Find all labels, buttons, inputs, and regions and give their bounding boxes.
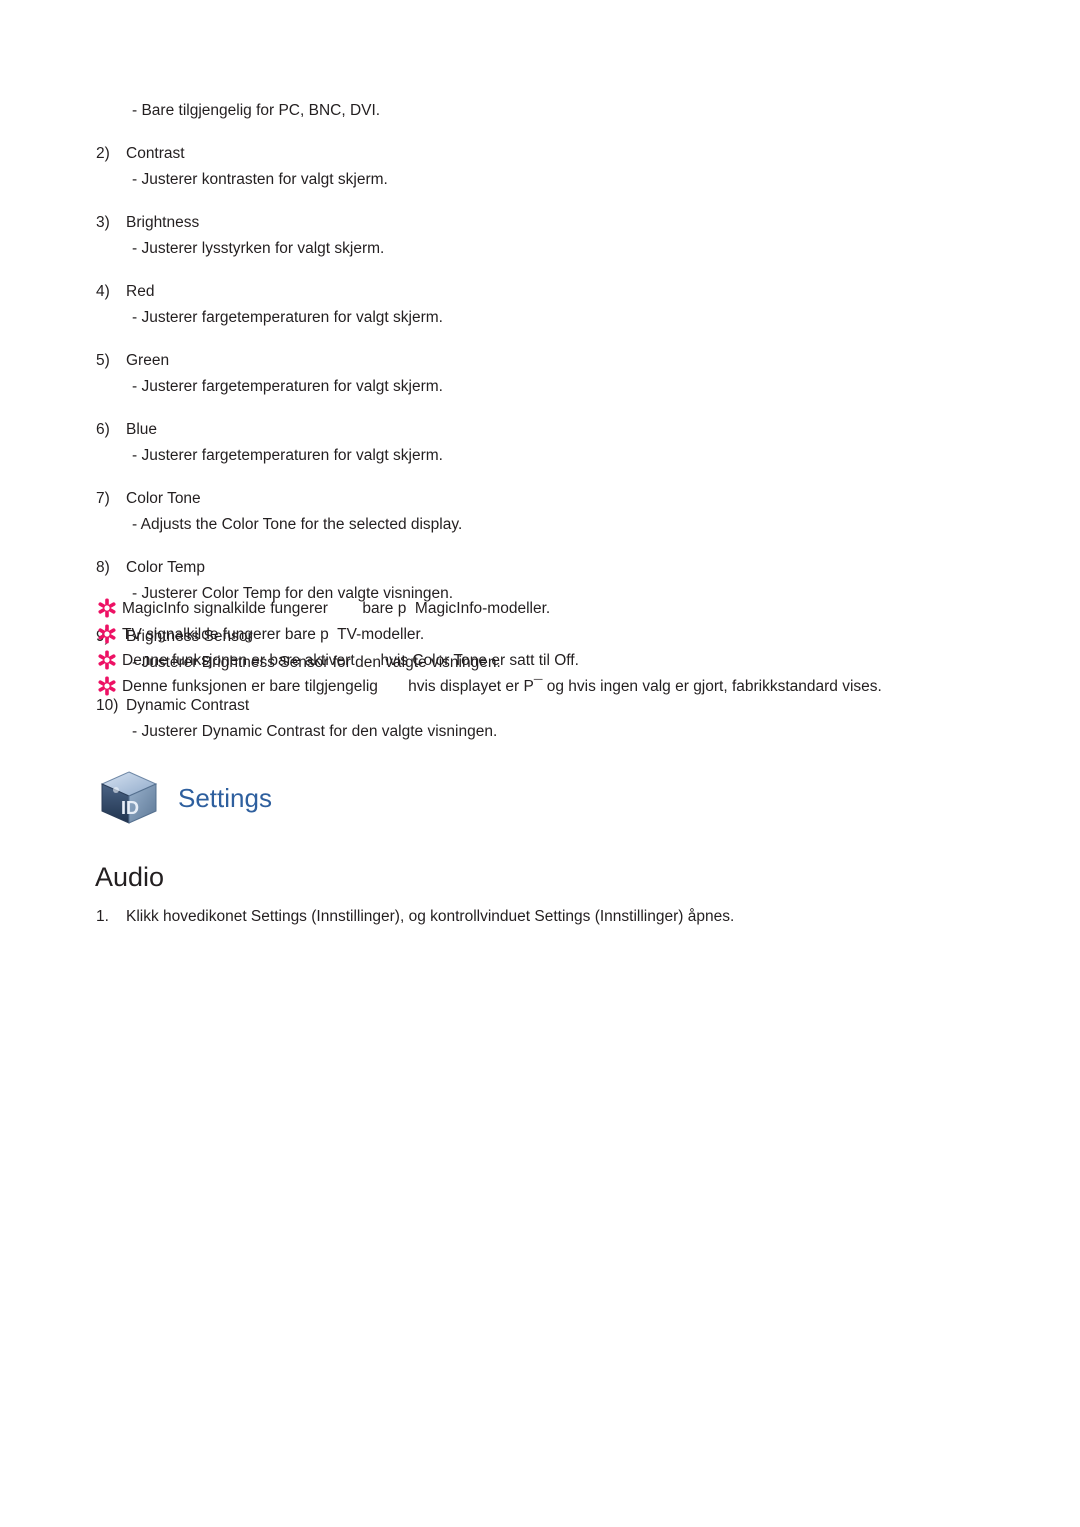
list-item-desc: - Adjusts the Color Tone for the selecte… [132, 516, 463, 533]
settings-cube-icon: ID [98, 770, 160, 826]
audio-step: 1. Klikk hovedikonet Settings (Innstilli… [96, 905, 996, 929]
list-item-index: 5) [96, 352, 110, 369]
list-item-label: Blue [126, 421, 158, 438]
settings-title: Settings [178, 782, 272, 813]
list-item-label: Red [126, 283, 155, 300]
star-icon [96, 597, 122, 619]
list-item-index: 8) [96, 559, 110, 576]
note-list: MagicInfo signalkilde fungerer bare p Ma… [96, 596, 996, 700]
list-item: 8) Color Temp [96, 555, 976, 581]
list-item-desc: - Justerer Dynamic Contrast for den valg… [132, 723, 498, 740]
list-item: 5) Green [96, 348, 976, 374]
list-item-index: 3) [96, 214, 110, 231]
list-item-desc: - Justerer lysstyrken for valgt skjerm. [132, 240, 385, 257]
list-item-desc: - Justerer fargetemperaturen for valgt s… [132, 378, 443, 395]
audio-step-text: Klikk hovedikonet Settings (Innstillinge… [126, 908, 735, 925]
audio-heading: Audio [95, 862, 165, 892]
list-item-index: 7) [96, 490, 110, 507]
svg-text:ID: ID [121, 798, 139, 818]
note-text: Denne funksjonen er bare tilgjengelig hv… [122, 678, 882, 695]
star-icon [96, 623, 122, 645]
list-item-label: Color Temp [126, 559, 205, 576]
list-item: 7) Color Tone [96, 486, 976, 512]
list-item-desc: - Justerer fargetemperaturen for valgt s… [132, 309, 443, 326]
star-icon [96, 675, 122, 697]
list-item-index: 4) [96, 283, 110, 300]
note-item: TV signalkilde fungerer bare p TV-modell… [96, 622, 996, 647]
note-item: Denne funksjonen er bare tilgjengelig hv… [96, 674, 996, 699]
settings-section-header: ID Settings [98, 770, 272, 826]
list-item: 2) Contrast [96, 141, 976, 167]
intro-note: - Bare tilgjengelig for PC, BNC, DVI. [132, 102, 381, 119]
list-item-label: Contrast [126, 145, 185, 162]
list-item-desc: - Justerer fargetemperaturen for valgt s… [132, 447, 443, 464]
list-item-desc: - Justerer kontrasten for valgt skjerm. [132, 171, 388, 188]
document-page: - Bare tilgjengelig for PC, BNC, DVI. 2)… [0, 0, 1080, 1527]
note-text: MagicInfo signalkilde fungerer bare p Ma… [122, 600, 551, 617]
list-item-label: Brightness [126, 214, 200, 231]
list-item-index: 2) [96, 145, 110, 162]
list-item: 3) Brightness [96, 210, 976, 236]
list-item-label: Color Tone [126, 490, 201, 507]
audio-step-index: 1. [96, 908, 109, 925]
list-item: 6) Blue [96, 417, 976, 443]
star-icon [96, 649, 122, 671]
note-text: Denne funksjonen er bare aktivert hvis C… [122, 652, 579, 669]
list-item-label: Green [126, 352, 170, 369]
list-item-index: 6) [96, 421, 110, 438]
note-text: TV signalkilde fungerer bare p TV-modell… [122, 626, 425, 643]
note-item: MagicInfo signalkilde fungerer bare p Ma… [96, 596, 996, 621]
note-item: Denne funksjonen er bare aktivert hvis C… [96, 648, 996, 673]
list-item: 4) Red [96, 279, 976, 305]
